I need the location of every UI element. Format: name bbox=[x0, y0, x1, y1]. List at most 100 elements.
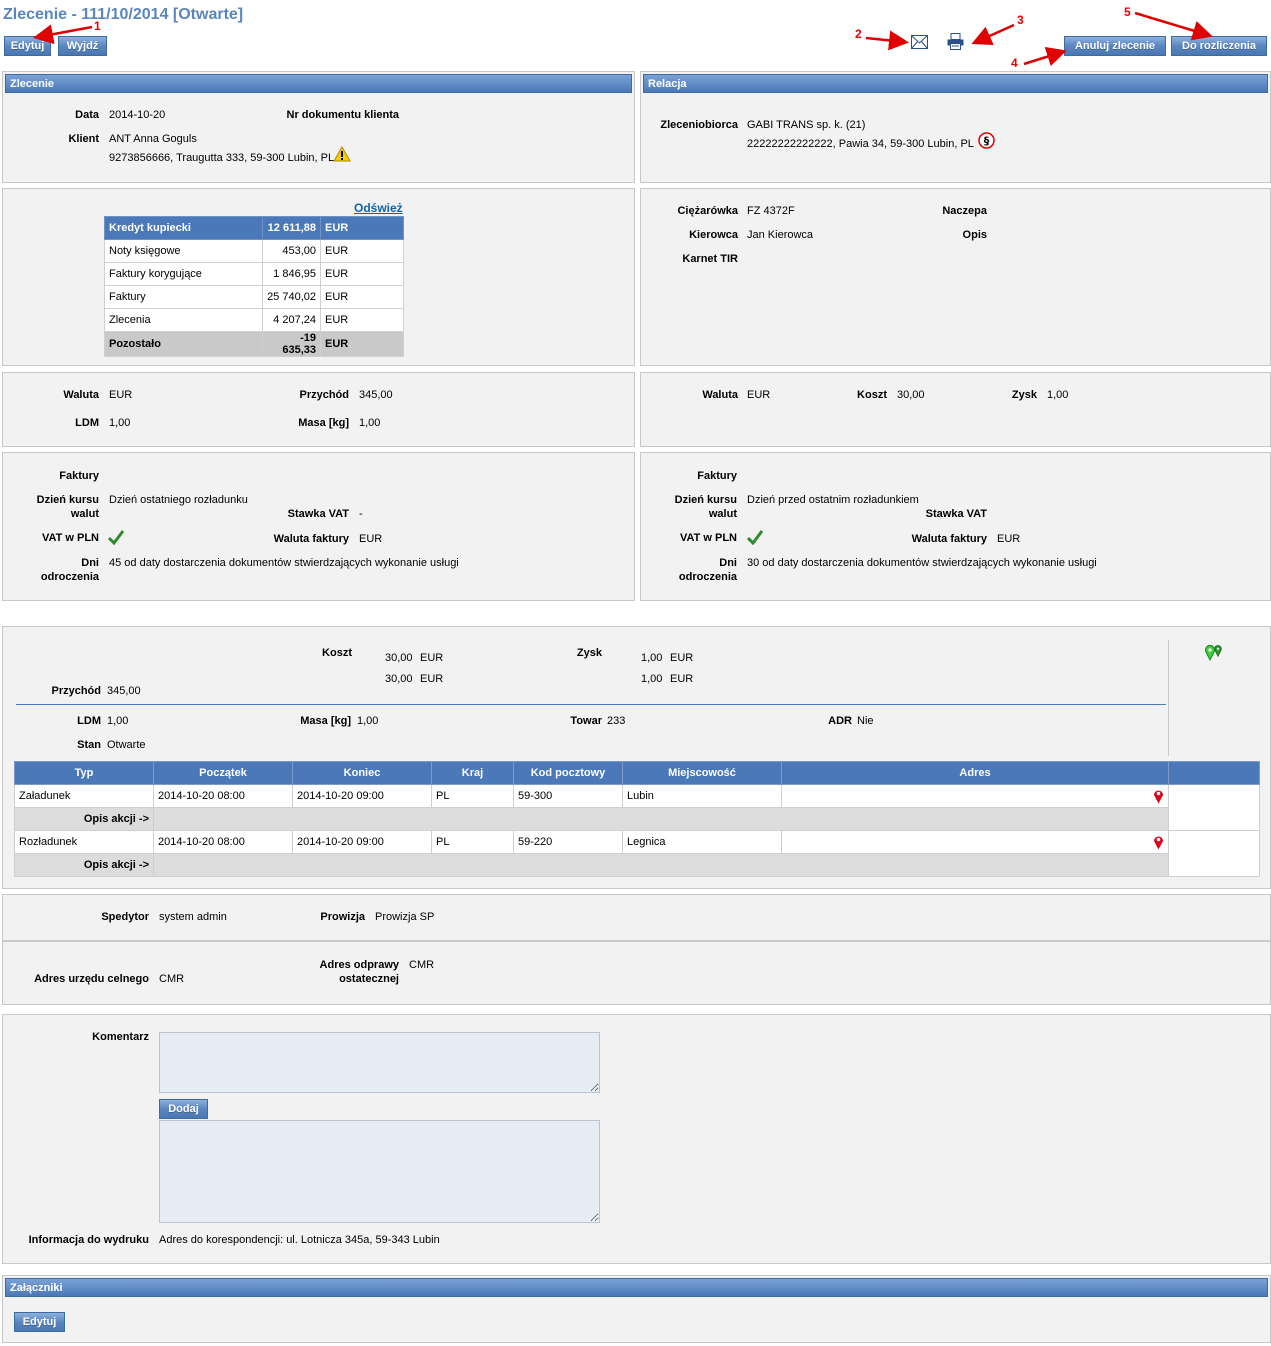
check-icon bbox=[747, 530, 763, 545]
column-header[interactable]: Adres bbox=[781, 761, 1169, 785]
zysk-label: Zysk bbox=[576, 647, 602, 659]
stan-value: Otwarte bbox=[107, 739, 146, 751]
table-row-opis[interactable]: Opis akcji -> bbox=[14, 807, 1260, 831]
stan-label: Stan bbox=[77, 739, 101, 751]
ldm-value: 1,00 bbox=[109, 417, 131, 429]
annotation-2: 2 bbox=[855, 27, 862, 41]
annotation-4: 4 bbox=[1011, 56, 1018, 70]
typ-cell: Rozładunek bbox=[14, 830, 154, 854]
route-table: Typ Początek Koniec Kraj Kod pocztowy Mi… bbox=[14, 761, 1260, 877]
attachments-panel: Załączniki bbox=[2, 1275, 1271, 1343]
map-pin-icon[interactable] bbox=[1153, 788, 1164, 804]
ciezarowka-label: Ciężarówka bbox=[677, 205, 738, 217]
start-cell: 2014-10-20 08:00 bbox=[153, 830, 293, 854]
ciezarowka-value: FZ 4372F bbox=[747, 205, 795, 217]
przychod-value: 345,00 bbox=[107, 685, 141, 697]
annotation-5: 5 bbox=[1124, 5, 1131, 19]
komentarz-label: Komentarz bbox=[92, 1031, 149, 1043]
opis-akcji-label[interactable]: Opis akcji -> bbox=[14, 853, 154, 877]
start-cell: 2014-10-20 08:00 bbox=[153, 784, 293, 808]
credit-label: Kredyt kupiecki bbox=[104, 216, 263, 240]
column-header[interactable]: Koniec bbox=[292, 761, 432, 785]
svg-text:§: § bbox=[984, 135, 990, 148]
dni-odroczenia-label-2: odroczenia bbox=[678, 571, 737, 583]
route-header-row: Typ Początek Koniec Kraj Kod pocztowy Mi… bbox=[14, 761, 1260, 785]
zysk-currency: EUR bbox=[670, 673, 694, 685]
credit-label: Faktury bbox=[104, 285, 263, 309]
print-info-label: Informacja do wydruku bbox=[28, 1234, 149, 1246]
refresh-link[interactable]: Odśwież bbox=[354, 201, 403, 215]
dzien-kursu-label: Dzień kursu bbox=[36, 494, 99, 506]
column-header[interactable]: Kod pocztowy bbox=[513, 761, 623, 785]
credit-table: Kredyt kupiecki 12 611,88 EUR Noty księg… bbox=[104, 216, 404, 357]
waluta-value: EUR bbox=[109, 389, 133, 401]
kraj-cell: PL bbox=[431, 784, 514, 808]
miasto-cell: Legnica bbox=[622, 830, 782, 854]
attachments-edit-button[interactable]: Edytuj bbox=[14, 1312, 65, 1332]
adres-cell bbox=[781, 830, 1169, 854]
print-info-value: Adres do korespondencji: ul. Lotnicza 34… bbox=[159, 1234, 440, 1246]
data-value: 2014-10-20 bbox=[109, 109, 166, 121]
kierowca-label: Kierowca bbox=[689, 229, 738, 241]
table-row[interactable]: Rozładunek 2014-10-20 08:00 2014-10-20 0… bbox=[14, 830, 1260, 877]
dzien-kursu-value: Dzień przed ostatnim rozładunkiem bbox=[747, 494, 919, 506]
opis-akcji-label[interactable]: Opis akcji -> bbox=[14, 807, 154, 831]
data-label: Data bbox=[75, 109, 99, 121]
masa-label: Masa [kg] bbox=[298, 417, 349, 429]
waluta-label: Waluta bbox=[702, 389, 738, 401]
koszt-value: 30,00 bbox=[385, 652, 413, 664]
credit-row: Pozostało -19 635,33 EUR bbox=[104, 331, 404, 357]
comments-history[interactable] bbox=[159, 1120, 600, 1223]
koszt-currency: EUR bbox=[420, 652, 444, 664]
towar-value: 233 bbox=[607, 715, 626, 727]
urzad-celny-value: CMR bbox=[159, 973, 185, 985]
dni-odroczenia-label-2: odroczenia bbox=[40, 571, 99, 583]
zysk-value: 1,00 bbox=[641, 652, 663, 664]
dni-odroczenia-label: Dni bbox=[719, 557, 737, 569]
credit-amount: -19 635,33 bbox=[262, 331, 321, 357]
comment-input[interactable] bbox=[159, 1032, 600, 1093]
kraj-cell: PL bbox=[431, 830, 514, 854]
odprawa-label: Adres odprawy bbox=[319, 959, 399, 971]
row-extra-cell bbox=[1168, 830, 1260, 877]
credit-label: Faktury korygujące bbox=[104, 262, 263, 286]
annotation-3: 3 bbox=[1017, 13, 1024, 27]
towar-label: Towar bbox=[570, 715, 602, 727]
credit-currency: EUR bbox=[320, 331, 404, 357]
table-row[interactable]: Załadunek 2014-10-20 08:00 2014-10-20 09… bbox=[14, 784, 1260, 831]
table-row-opis[interactable]: Opis akcji -> bbox=[14, 853, 1260, 877]
credit-amount: 25 740,02 bbox=[262, 285, 321, 309]
odprawa-value: CMR bbox=[409, 959, 435, 971]
row-extra-cell bbox=[1168, 784, 1260, 831]
credit-row: Kredyt kupiecki 12 611,88 EUR bbox=[104, 216, 404, 240]
faktury-label: Faktury bbox=[697, 470, 737, 482]
column-header[interactable]: Początek bbox=[153, 761, 293, 785]
column-header[interactable]: Typ bbox=[14, 761, 154, 785]
prowizja-label: Prowizja bbox=[320, 911, 365, 923]
faktury-label: Faktury bbox=[59, 470, 99, 482]
map-markers-icon[interactable] bbox=[1205, 645, 1223, 661]
cargo-divider-vertical bbox=[1168, 640, 1169, 756]
ldm-label: LDM bbox=[75, 417, 99, 429]
paragraph-icon[interactable]: § bbox=[978, 132, 995, 149]
column-header[interactable]: Miejscowość bbox=[622, 761, 782, 785]
zleceniobiorca-name: GABI TRANS sp. k. (21) bbox=[747, 119, 866, 131]
przychod-value: 345,00 bbox=[359, 389, 393, 401]
koszt-currency: EUR bbox=[420, 673, 444, 685]
relacja-header: Relacja bbox=[643, 74, 1268, 93]
map-pin-icon[interactable] bbox=[1153, 834, 1164, 850]
naczepa-label: Naczepa bbox=[942, 205, 987, 217]
column-header[interactable]: Kraj bbox=[431, 761, 514, 785]
zlecenie-header: Zlecenie bbox=[5, 74, 632, 93]
waluta-faktury-label: Waluta faktury bbox=[273, 533, 349, 545]
spedytor-value: system admin bbox=[159, 911, 227, 923]
zysk-value: 1,00 bbox=[641, 673, 663, 685]
waluta-faktury-value: EUR bbox=[997, 533, 1021, 545]
credit-currency: EUR bbox=[320, 216, 404, 240]
prowizja-value: Prowizja SP bbox=[375, 911, 435, 923]
opis-akcji-cell bbox=[153, 853, 1169, 877]
dzien-kursu-label-2: walut bbox=[70, 508, 99, 520]
cargo-divider bbox=[16, 704, 1166, 705]
credit-label: Pozostało bbox=[104, 331, 263, 357]
add-comment-button[interactable]: Dodaj bbox=[159, 1099, 208, 1119]
